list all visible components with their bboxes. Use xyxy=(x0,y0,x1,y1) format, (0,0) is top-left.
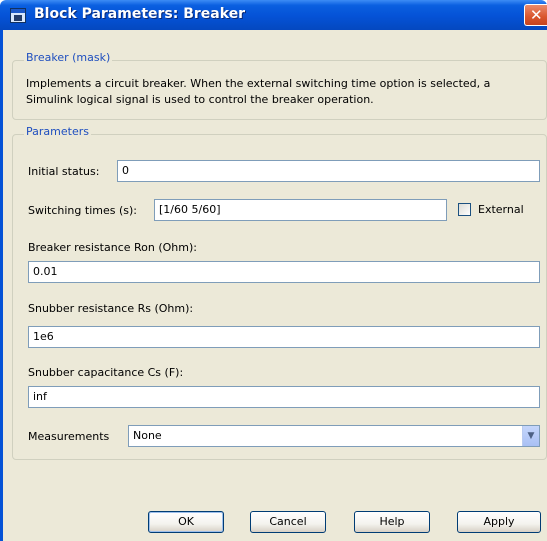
simulink-block-icon xyxy=(10,8,26,23)
apply-button[interactable]: Apply xyxy=(457,511,541,533)
title-bar[interactable]: Block Parameters: Breaker ✕ xyxy=(0,0,547,30)
mask-group-label: Breaker (mask) xyxy=(24,51,113,64)
window-title: Block Parameters: Breaker xyxy=(34,6,246,22)
help-button[interactable]: Help xyxy=(354,511,430,533)
initial-status-input[interactable]: 0 xyxy=(117,160,540,182)
switching-times-label: Switching times (s): xyxy=(28,204,137,217)
cancel-button[interactable]: Cancel xyxy=(250,511,326,533)
parameters-group xyxy=(12,134,547,460)
chevron-down-icon[interactable]: ▼ xyxy=(522,426,539,446)
close-icon: ✕ xyxy=(530,6,543,24)
mask-description: Implements a circuit breaker. When the e… xyxy=(26,77,491,106)
close-button[interactable]: ✕ xyxy=(524,4,547,26)
snubber-resistance-input[interactable]: 1e6 xyxy=(28,326,540,348)
parameters-group-label: Parameters xyxy=(24,125,91,138)
snubber-capacitance-input[interactable]: inf xyxy=(28,386,540,408)
external-checkbox[interactable] xyxy=(458,203,471,216)
breaker-resistance-input[interactable]: 0.01 xyxy=(28,261,540,283)
breaker-resistance-label: Breaker resistance Ron (Ohm): xyxy=(28,241,197,254)
measurements-label: Measurements xyxy=(28,430,110,443)
measurements-select[interactable]: None ▼ xyxy=(128,425,540,447)
ok-button[interactable]: OK xyxy=(148,511,224,533)
snubber-resistance-label: Snubber resistance Rs (Ohm): xyxy=(28,302,194,315)
switching-times-input[interactable]: [1/60 5/60] xyxy=(154,199,447,221)
snubber-capacitance-label: Snubber capacitance Cs (F): xyxy=(28,366,184,379)
initial-status-label: Initial status: xyxy=(28,165,100,178)
external-label: External xyxy=(478,203,524,216)
measurements-value: None xyxy=(133,429,162,442)
